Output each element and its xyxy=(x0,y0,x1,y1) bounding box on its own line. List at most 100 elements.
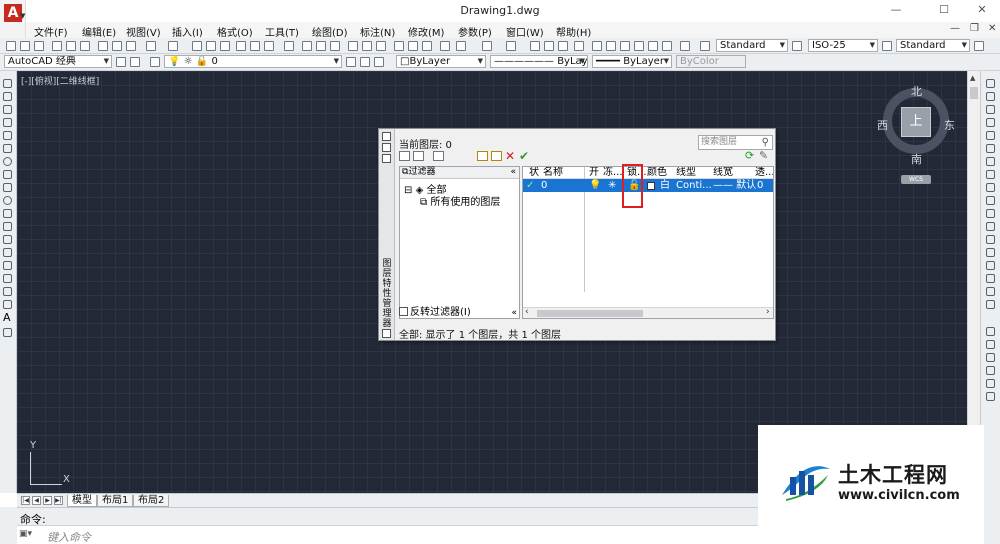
horizontal-scrollbar[interactable]: ‹ › xyxy=(523,307,773,318)
ellipse-tool-icon[interactable] xyxy=(3,196,12,205)
tree-collapse-icon[interactable]: ⊟ xyxy=(404,185,412,196)
sheet-set-icon[interactable] xyxy=(634,41,644,51)
viewport-controls[interactable]: [-][俯视][二维线框] xyxy=(21,74,99,87)
region-tool-icon[interactable] xyxy=(3,287,12,296)
scroll-thumb[interactable] xyxy=(970,87,978,99)
menu-dimension[interactable]: 标注(N) xyxy=(360,24,395,39)
bring-above-icon[interactable] xyxy=(986,366,995,375)
plot-preview-icon[interactable] xyxy=(66,41,76,51)
redo-2-icon[interactable] xyxy=(506,41,516,51)
copy-icon[interactable] xyxy=(112,41,122,51)
layer-select[interactable]: 💡 ☼ 🔓 0 ▼ xyxy=(164,55,342,68)
column-transparency[interactable]: 透... xyxy=(755,167,773,179)
match-properties-icon[interactable] xyxy=(440,41,450,51)
lineweight-select[interactable]: ━━━━ ByLayer ▼ xyxy=(592,55,672,68)
send-to-back-icon[interactable] xyxy=(986,353,995,362)
menu-tools[interactable]: 工具(T) xyxy=(265,24,299,39)
layer-name-cell[interactable]: 0 xyxy=(541,180,547,192)
invert-filter-checkbox[interactable] xyxy=(399,307,408,316)
arc-tool-icon[interactable] xyxy=(3,144,12,153)
design-center-icon[interactable] xyxy=(250,41,260,51)
layer-color-swatch[interactable] xyxy=(647,182,655,190)
scale-tool-icon[interactable] xyxy=(986,170,995,179)
tab-layout1[interactable]: 布局1 xyxy=(97,495,134,507)
gradient-tool-icon[interactable] xyxy=(3,274,12,283)
mirror-tool-icon[interactable] xyxy=(986,105,995,114)
break-tool-icon[interactable] xyxy=(986,235,995,244)
workspace-settings-icon[interactable] xyxy=(116,57,126,67)
tool-palettes-2-icon[interactable] xyxy=(620,41,630,51)
column-name[interactable]: 名称 xyxy=(543,167,563,179)
rectangle-tool-icon[interactable] xyxy=(3,131,12,140)
join-tool-icon[interactable] xyxy=(986,248,995,257)
new-file-icon[interactable] xyxy=(6,41,16,51)
dim-style-select[interactable]: ISO-25 ▼ xyxy=(808,39,878,52)
new-group-filter-icon[interactable] xyxy=(413,151,424,161)
horizontal-scroll-thumb[interactable] xyxy=(537,310,643,317)
send-under-icon[interactable] xyxy=(986,379,995,388)
column-on[interactable]: 开 xyxy=(589,167,599,179)
fillet-tool-icon[interactable] xyxy=(986,274,995,283)
redo-icon[interactable] xyxy=(168,41,178,51)
erase-tool-icon[interactable] xyxy=(986,79,995,88)
layer-search-input[interactable]: 搜索图层 ⚲ xyxy=(698,135,773,150)
menu-minimize-icon[interactable]: — xyxy=(950,23,960,34)
refresh-icon[interactable]: ⟳ xyxy=(745,149,754,162)
layer-states-manager-icon[interactable] xyxy=(433,151,444,161)
new-property-filter-icon[interactable] xyxy=(399,151,410,161)
pan-2-icon[interactable] xyxy=(530,41,540,51)
command-line-grip[interactable] xyxy=(0,507,17,544)
dialog-resize-icon[interactable] xyxy=(382,329,391,338)
hatch-tool-icon[interactable] xyxy=(3,261,12,270)
viewcube-north[interactable]: 北 xyxy=(911,83,922,99)
menu-file[interactable]: 文件(F) xyxy=(34,24,68,39)
cut-icon[interactable] xyxy=(98,41,108,51)
scroll-right-icon[interactable]: › xyxy=(766,307,770,317)
settings-wrench-icon[interactable]: ✎ xyxy=(759,149,768,162)
layer-state-icon[interactable] xyxy=(374,57,384,67)
menu-close-icon[interactable]: ✕ xyxy=(988,23,996,34)
open-file-icon[interactable] xyxy=(20,41,30,51)
command-recent-icon[interactable]: ▣▾ xyxy=(19,529,32,539)
undo-2-icon[interactable] xyxy=(482,41,492,51)
collapse-pane-2-icon[interactable]: « xyxy=(511,307,517,319)
workspace-select[interactable]: AutoCAD 经典 ▼ xyxy=(4,55,112,68)
zoom-window-icon[interactable] xyxy=(558,41,568,51)
spline-tool-icon[interactable] xyxy=(3,183,12,192)
markup-icon[interactable] xyxy=(648,41,658,51)
menu-window[interactable]: 窗口(W) xyxy=(506,24,544,39)
copy-object-icon[interactable] xyxy=(986,92,995,101)
viewcube-top-face[interactable]: 上 xyxy=(901,107,931,137)
insert-block-icon[interactable] xyxy=(3,222,12,231)
layer-previous-icon[interactable] xyxy=(360,57,370,67)
last-tab-icon[interactable]: ▶| xyxy=(54,496,63,505)
bring-to-front-icon[interactable] xyxy=(986,340,995,349)
trim-tool-icon[interactable] xyxy=(986,196,995,205)
zoom-icon[interactable] xyxy=(206,41,216,51)
zoom-previous-2-icon[interactable] xyxy=(574,41,584,51)
extend-tool-icon[interactable] xyxy=(986,209,995,218)
minimize-button[interactable]: — xyxy=(882,2,910,18)
scroll-up-icon[interactable]: ▲ xyxy=(970,74,975,82)
layer-properties-icon[interactable] xyxy=(150,57,160,67)
first-tab-icon[interactable]: |◀ xyxy=(21,496,30,505)
polygon-tool-icon[interactable] xyxy=(3,118,12,127)
make-block-icon[interactable] xyxy=(3,235,12,244)
new-layer-icon[interactable] xyxy=(477,151,488,161)
move-tool-icon[interactable] xyxy=(986,144,995,153)
text-style-select[interactable]: Standard ▼ xyxy=(716,39,788,52)
point-tool-icon[interactable] xyxy=(3,248,12,257)
rotate-tool-icon[interactable] xyxy=(986,157,995,166)
layer-thaw-icon[interactable]: ✳ xyxy=(608,180,616,192)
menu-format[interactable]: 格式(O) xyxy=(217,24,253,39)
multileader-style-icon[interactable] xyxy=(974,41,984,51)
open-file-2-icon[interactable] xyxy=(316,41,326,51)
menu-help[interactable]: 帮助(H) xyxy=(556,24,591,39)
tree-item-all-used[interactable]: ⧉ 所有使用的图层 xyxy=(420,193,500,208)
calculator-icon[interactable] xyxy=(662,41,672,51)
properties-icon[interactable] xyxy=(236,41,246,51)
copy-2-icon[interactable] xyxy=(408,41,418,51)
make-current-icon[interactable] xyxy=(346,57,356,67)
tab-model[interactable]: 模型 xyxy=(67,495,97,507)
new-file-2-icon[interactable] xyxy=(302,41,312,51)
